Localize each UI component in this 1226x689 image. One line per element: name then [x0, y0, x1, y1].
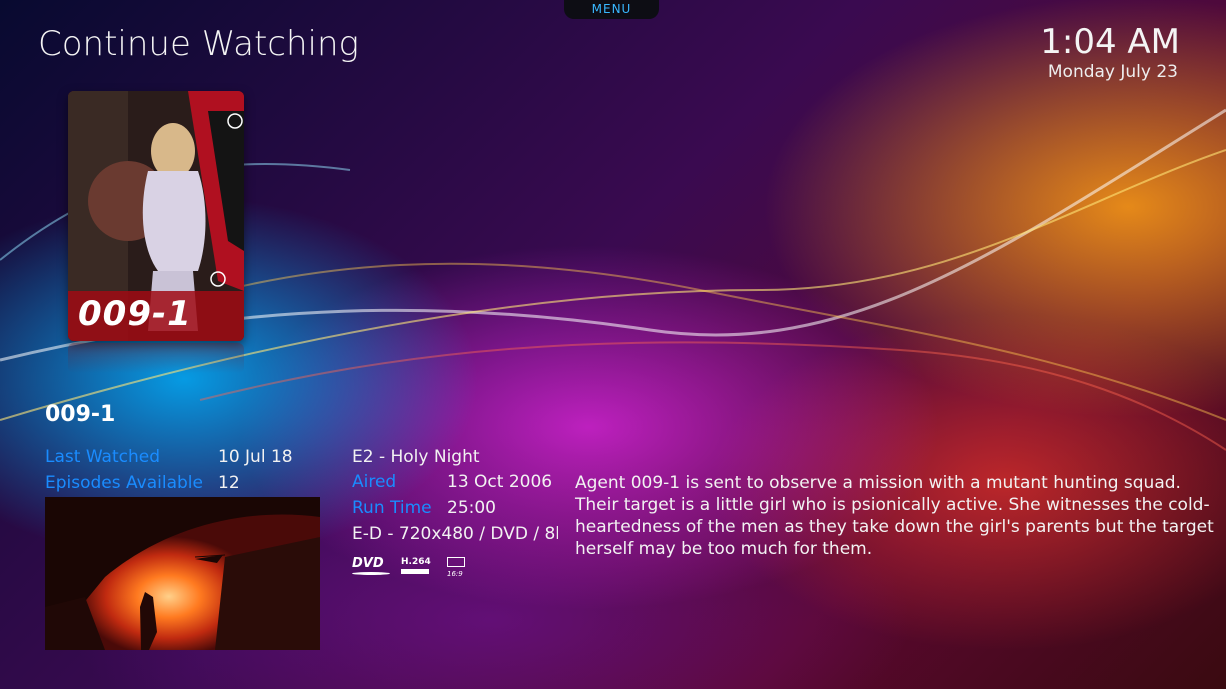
run-time-value: 25:00: [447, 498, 496, 518]
episode-title: E2 - Holy Night: [352, 447, 480, 467]
run-time-label: Run Time: [352, 498, 432, 518]
clock-time: 1:04 AM: [1040, 22, 1180, 62]
plot-description: Agent 009-1 is sent to observe a mission…: [575, 473, 1214, 559]
poster-image[interactable]: 009-1: [68, 91, 244, 341]
h264-icon: H.264: [401, 557, 431, 579]
show-title: 009-1: [45, 402, 116, 427]
page-title: Continue Watching: [38, 24, 359, 64]
last-watched-value: 10 Jul 18: [218, 447, 293, 467]
source-line: E-D - 720x480 / DVD / 8b: [352, 524, 558, 544]
episode-thumbnail[interactable]: [45, 497, 320, 650]
poster-logo-text: 009-1: [78, 294, 192, 334]
episodes-available-value: 12: [218, 473, 240, 493]
aired-label: Aired: [352, 472, 397, 492]
episodes-available-label: Episodes Available: [45, 473, 203, 493]
dvd-icon: DVD: [352, 557, 392, 579]
last-watched-label: Last Watched: [45, 447, 160, 467]
clock-date: Monday July 23: [1047, 62, 1178, 82]
poster-reflection: [68, 343, 244, 373]
aspect-ratio-icon: 16:9: [447, 557, 467, 579]
menu-button[interactable]: MENU: [564, 0, 659, 19]
aired-value: 13 Oct 2006: [447, 472, 553, 492]
